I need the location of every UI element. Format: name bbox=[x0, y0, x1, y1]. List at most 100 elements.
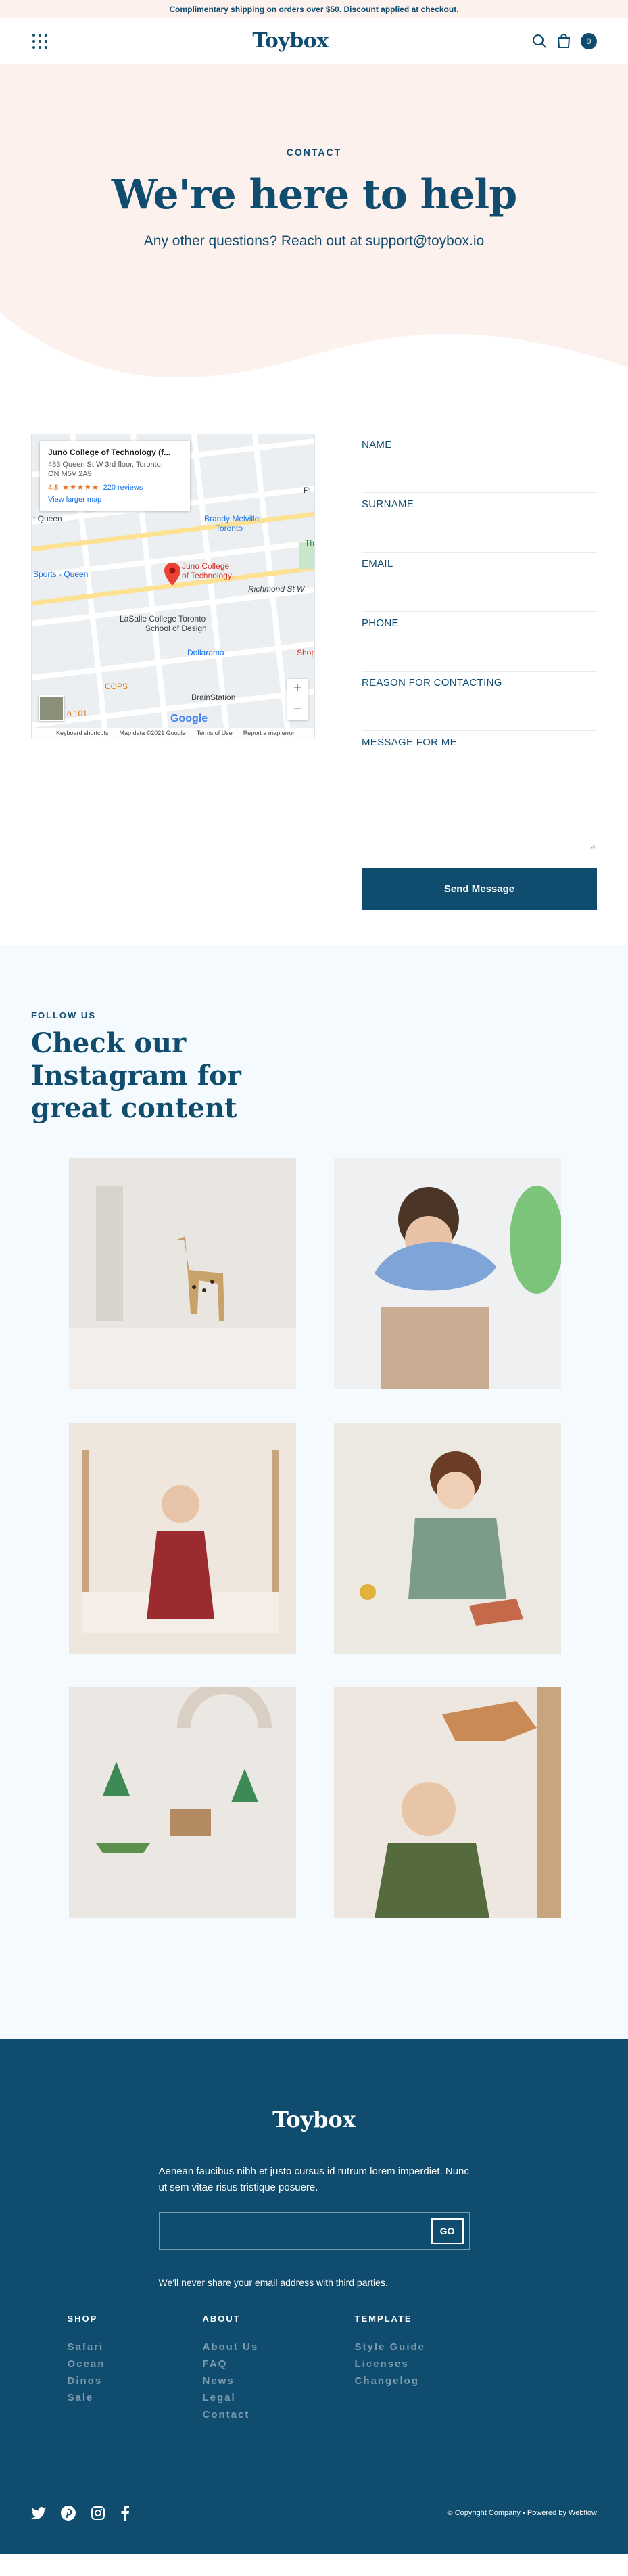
map-address-line1: 483 Queen St W 3rd floor, Toronto, bbox=[48, 461, 163, 469]
instagram-photo-girl-red-dress[interactable] bbox=[69, 1423, 296, 1654]
footer-columns: SHOP Safari Ocean Dinos Sale ABOUT About… bbox=[68, 2314, 561, 2423]
footer-link-contact[interactable]: Contact bbox=[203, 2406, 355, 2423]
instagram-icon[interactable] bbox=[91, 2506, 105, 2521]
footer-bottom-bar: © Copyright Company • Powered by Webflow bbox=[31, 2506, 597, 2521]
instagram-photo-wooden-animals[interactable] bbox=[69, 1687, 296, 1918]
contact-form: NAME SURNAME EMAIL PHONE REASON FOR CONT… bbox=[362, 434, 597, 910]
map-label-queen: t Queen bbox=[33, 514, 62, 523]
contact-section: Juno College of Technology (f... 483 Que… bbox=[0, 388, 628, 945]
footer-column-title: TEMPLATE bbox=[354, 2314, 412, 2324]
map-label-cops: COPS bbox=[105, 682, 128, 691]
copyright-text: © Copyright Company • Powered by Webflow bbox=[447, 2509, 597, 2517]
zoom-out-button[interactable]: − bbox=[287, 699, 308, 720]
logo[interactable]: Toybox bbox=[252, 29, 329, 53]
instagram-title: Check our Instagram for great content bbox=[31, 1027, 241, 1124]
footer-column-shop: SHOP Safari Ocean Dinos Sale bbox=[68, 2314, 203, 2423]
map-label-shoppers: Shoppers I bbox=[297, 648, 315, 657]
footer-link-ocean[interactable]: Ocean bbox=[68, 2356, 203, 2372]
surname-field[interactable]: SURNAME bbox=[362, 493, 597, 553]
map-label-th: Th bbox=[305, 538, 315, 548]
map-place-name: Juno College of Technology (f... bbox=[48, 448, 171, 457]
twitter-icon[interactable] bbox=[31, 2506, 46, 2520]
map-report-error-link[interactable]: Report a map error bbox=[243, 730, 295, 736]
instagram-eyebrow: FOLLOW US bbox=[31, 1010, 96, 1021]
map-label-brainstation: BrainStation bbox=[191, 693, 236, 702]
phone-field[interactable]: PHONE bbox=[362, 612, 597, 672]
search-icon[interactable] bbox=[532, 34, 547, 49]
social-links bbox=[31, 2506, 130, 2521]
map-embed[interactable]: Juno College of Technology (f... 483 Que… bbox=[31, 434, 315, 739]
map-label-lasalle-2: School of Design bbox=[145, 624, 207, 633]
footer-link-about-us[interactable]: About Us bbox=[203, 2339, 355, 2356]
footer-link-licenses[interactable]: Licenses bbox=[355, 2356, 490, 2372]
announcement-bar: Complimentary shipping on orders over $5… bbox=[0, 0, 628, 18]
instagram-grid bbox=[69, 1158, 597, 1918]
pinterest-icon[interactable] bbox=[61, 2506, 76, 2521]
map-label-juno-2: of Technology... bbox=[182, 571, 238, 580]
map-rating: 4.8 bbox=[48, 483, 59, 492]
site-footer: Toybox Aenean faucibus nibh et justo cur… bbox=[0, 2039, 628, 2554]
name-field[interactable]: NAME bbox=[362, 434, 597, 493]
instagram-section: FOLLOW US Check our Instagram for great … bbox=[0, 945, 628, 2039]
footer-column-title: SHOP bbox=[67, 2314, 98, 2324]
map-label-juno-1: Juno College bbox=[182, 561, 230, 571]
instagram-photo-giraffe[interactable] bbox=[69, 1158, 296, 1389]
hero-subtitle: Any other questions? Reach out at suppor… bbox=[143, 233, 485, 249]
footer-link-faq[interactable]: FAQ bbox=[203, 2356, 355, 2372]
footer-link-sale[interactable]: Sale bbox=[68, 2389, 203, 2406]
navbar: Toybox 0 bbox=[0, 18, 628, 64]
message-placeholder: MESSAGE FOR ME bbox=[362, 736, 457, 748]
instagram-photo-whale[interactable] bbox=[334, 1158, 561, 1389]
newsletter-email-input[interactable]: GO bbox=[158, 2212, 470, 2250]
map-label-sports: Sports - Queen bbox=[33, 569, 89, 579]
map-stars: ★★★★★ bbox=[62, 484, 99, 492]
zoom-in-button[interactable]: + bbox=[287, 679, 308, 699]
map-footer: Keyboard shortcuts Map data ©2021 Google… bbox=[32, 728, 314, 739]
map-data-credit: Map data ©2021 Google bbox=[119, 730, 186, 736]
google-logo: Google bbox=[170, 713, 208, 724]
footer-link-style-guide[interactable]: Style Guide bbox=[355, 2339, 490, 2356]
footer-link-legal[interactable]: Legal bbox=[203, 2389, 355, 2406]
footer-link-changelog[interactable]: Changelog bbox=[355, 2372, 490, 2389]
footer-link-news[interactable]: News bbox=[203, 2372, 355, 2389]
footer-link-dinos[interactable]: Dinos bbox=[68, 2372, 203, 2389]
map-pin-icon[interactable] bbox=[164, 563, 180, 589]
email-field[interactable]: EMAIL bbox=[362, 553, 597, 612]
map-place-card: Juno College of Technology (f... 483 Que… bbox=[40, 441, 190, 511]
map-label-brandy: Brandy Melville bbox=[204, 514, 260, 523]
hero-eyebrow: CONTACT bbox=[286, 147, 342, 158]
map-label-richmond: Richmond St W bbox=[248, 584, 305, 594]
cart-icon[interactable] bbox=[556, 33, 571, 49]
map-zoom-controls: + − bbox=[287, 679, 308, 720]
map-label-pl: Pl bbox=[304, 486, 311, 495]
newsletter-note: We'll never share your email address wit… bbox=[158, 2277, 388, 2288]
map-label-dollarama: Dollarama bbox=[187, 648, 224, 657]
map-satellite-toggle[interactable] bbox=[39, 695, 64, 721]
footer-column-about: ABOUT About Us FAQ News Legal Contact bbox=[203, 2314, 355, 2423]
map-label-cafe: o 101 bbox=[67, 709, 88, 718]
map-label-toronto: Toronto bbox=[216, 523, 243, 533]
newsletter-go-button[interactable]: GO bbox=[431, 2218, 464, 2244]
map-keyboard-shortcuts[interactable]: Keyboard shortcuts bbox=[56, 730, 109, 736]
view-larger-map-link[interactable]: View larger map bbox=[48, 496, 182, 504]
facebook-icon[interactable] bbox=[120, 2506, 130, 2521]
page-title: We're here to help bbox=[111, 171, 517, 218]
hero-section: CONTACT We're here to help Any other que… bbox=[0, 64, 628, 388]
map-label-lasalle-1: LaSalle College Toronto bbox=[120, 614, 206, 624]
footer-column-title: ABOUT bbox=[202, 2314, 241, 2324]
instagram-photo-boy-playing[interactable] bbox=[334, 1423, 561, 1654]
reason-field[interactable]: REASON FOR CONTACTING bbox=[362, 672, 597, 731]
map-terms-link[interactable]: Terms of Use bbox=[197, 730, 233, 736]
cart-count-badge[interactable]: 0 bbox=[580, 32, 597, 49]
instagram-photo-girl-dinosaur[interactable] bbox=[334, 1687, 561, 1918]
send-message-button[interactable]: Send Message bbox=[362, 868, 597, 910]
footer-link-safari[interactable]: Safari bbox=[68, 2339, 203, 2356]
footer-column-template: TEMPLATE Style Guide Licenses Changelog bbox=[355, 2314, 490, 2423]
footer-logo[interactable]: Toybox bbox=[0, 2107, 628, 2132]
map-address-line2: ON M5V 2A9 bbox=[48, 470, 92, 478]
message-field[interactable]: MESSAGE FOR ME bbox=[362, 731, 597, 853]
resize-handle-icon[interactable] bbox=[589, 843, 596, 850]
grid-menu-icon[interactable] bbox=[31, 32, 49, 50]
map-reviews-link[interactable]: 220 reviews bbox=[103, 484, 143, 492]
footer-description: Aenean faucibus nibh et justo cursus id … bbox=[158, 2165, 469, 2193]
